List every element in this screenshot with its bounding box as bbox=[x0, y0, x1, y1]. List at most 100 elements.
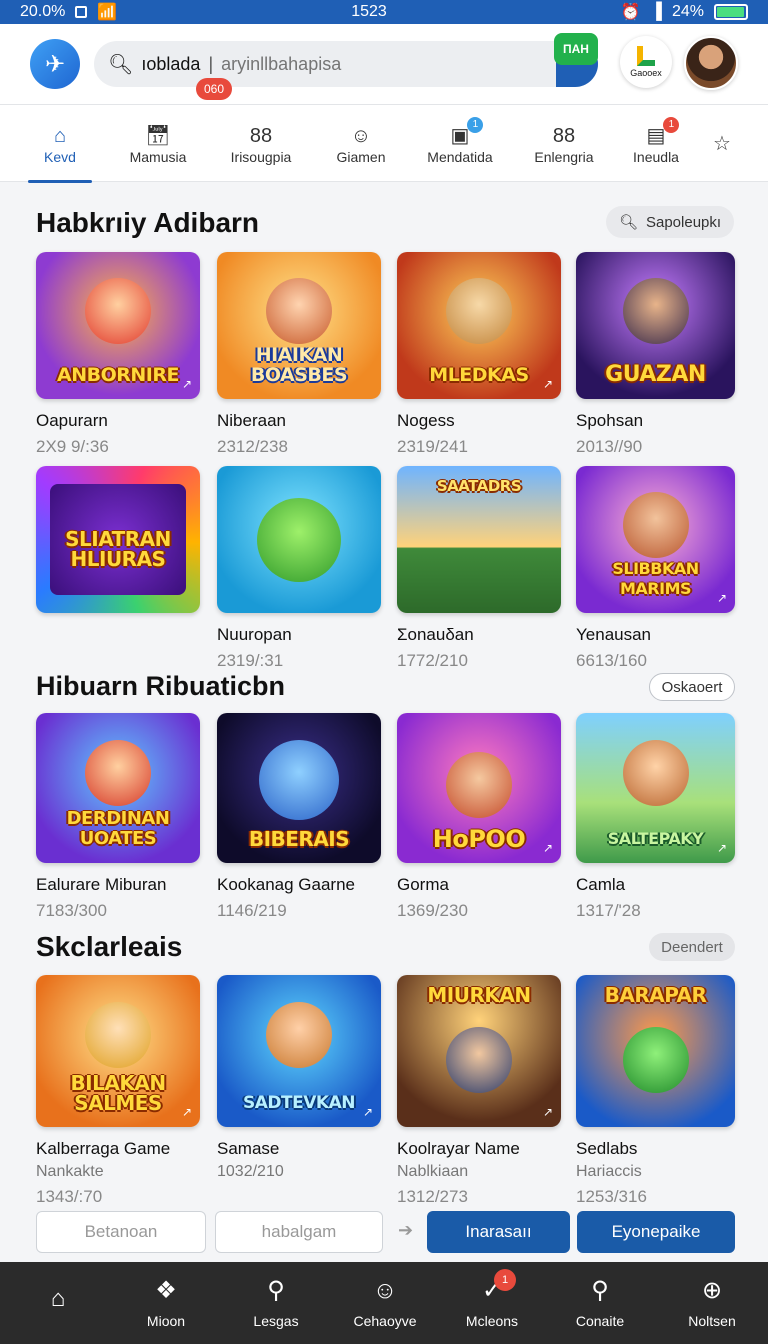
game-card[interactable]: MLEDKAS ↗ Nogess 2319/241 bbox=[397, 252, 561, 457]
game-thumbnail: HIAIKAN BOASBES bbox=[217, 252, 381, 399]
game-card[interactable]: MIURKAN ↗ Koolrayar Name Nablkiaan 1312/… bbox=[397, 975, 561, 1207]
game-logo-text: MLEDKAS bbox=[429, 364, 529, 386]
game-stats: 7183/300 bbox=[36, 901, 107, 920]
section-title: Hibuarn Ribuaticbn bbox=[36, 671, 285, 701]
game-card[interactable]: SLIBBKAN MARIMS ↗ Yenausan 6613/160 bbox=[576, 466, 735, 671]
wifi-icon: 📶 bbox=[97, 4, 118, 21]
nav-conaite[interactable]: ⚲ Conaite bbox=[552, 1262, 648, 1344]
section-action-button[interactable]: Deendert bbox=[649, 933, 735, 961]
game-thumbnail: ANBORNIRE ↗ bbox=[36, 252, 200, 399]
search-bar[interactable]: 🔍︎ ıoblada | ПАН bbox=[94, 33, 598, 87]
action-button-4[interactable]: Eyonepaike bbox=[577, 1211, 735, 1253]
tab-more[interactable]: ☆ bbox=[704, 105, 740, 183]
nav-label: Lesgas bbox=[253, 1313, 299, 1329]
game-subtitle: Nablkiaan bbox=[397, 1163, 469, 1180]
nav-home[interactable]: ⌂ bbox=[10, 1262, 106, 1344]
game-card[interactable]: BILAKAN SALMES ↗ Kalberraga Game Nankakt… bbox=[36, 975, 200, 1207]
game-card[interactable]: HIAIKAN BOASBES Niberaan 2312/238 bbox=[217, 252, 381, 457]
game-stats: 2Х9 9/:36 bbox=[36, 437, 109, 456]
battery-text: 24% bbox=[671, 3, 704, 20]
grid-icon: 88 bbox=[249, 125, 273, 147]
link-icon: ↗ bbox=[542, 1105, 553, 1119]
search-badge: 060 bbox=[196, 78, 233, 100]
game-logo-text: SAATADRS bbox=[436, 477, 522, 495]
action-button-3[interactable]: Inarasaıı bbox=[427, 1211, 570, 1253]
tab-kevd[interactable]: ⌂ Kevd bbox=[28, 105, 92, 183]
tab-ineudla[interactable]: ▤ 1 Ineudla bbox=[626, 105, 686, 183]
avatar[interactable] bbox=[684, 36, 738, 90]
game-card[interactable]: HoPOO ↗ Gorma 1369/230 bbox=[397, 713, 561, 921]
game-card[interactable]: DERDINAN UOATES Ealurare Miburan 7183/30… bbox=[36, 713, 200, 921]
game-card[interactable]: Nuuropan 2319/:31 bbox=[217, 466, 381, 671]
game-title: Camla bbox=[576, 875, 626, 894]
link-icon: ↗ bbox=[542, 377, 553, 391]
tab-mamusia[interactable]: 📅︎ Mamusia bbox=[122, 105, 194, 183]
tab-irisougpia[interactable]: 88 Irisougpia bbox=[222, 105, 300, 183]
game-stats: 6613/160 bbox=[576, 651, 647, 670]
game-stats: 1312/273 bbox=[397, 1187, 468, 1206]
search-input[interactable] bbox=[221, 53, 452, 75]
nav-lesgas[interactable]: ⚲ Lesgas bbox=[228, 1262, 324, 1344]
tab-label: Mendatida bbox=[427, 149, 493, 165]
game-thumbnail: SAATADRS bbox=[397, 466, 561, 613]
game-card[interactable]: BIBERAIS Kookanag Gaarne 1146/219 bbox=[217, 713, 381, 921]
link-icon: ↗ bbox=[181, 377, 192, 391]
app-logo-icon[interactable]: ✈ bbox=[30, 39, 80, 89]
game-logo-text: GUAZAN bbox=[605, 362, 706, 387]
game-stats: 1369/230 bbox=[397, 901, 468, 920]
tab-mendatida[interactable]: ▣ 1 Mendatida bbox=[422, 105, 498, 183]
brand-label: Gaooex bbox=[630, 68, 662, 78]
game-title: Koolrayar Name bbox=[397, 1139, 520, 1158]
action-button-2[interactable]: habalgam bbox=[215, 1211, 383, 1253]
game-logo-text: BIBERAIS bbox=[248, 827, 350, 851]
nav-noltsen[interactable]: ⊕ Noltsen bbox=[664, 1262, 760, 1344]
game-stats: 1317/'28 bbox=[576, 901, 641, 920]
game-logo-text: SALTEPAKY bbox=[607, 829, 704, 848]
game-thumbnail bbox=[217, 466, 381, 613]
game-card[interactable]: BARAPAR Sedlabs Hariaccis 1253/316 bbox=[576, 975, 735, 1207]
game-stats: 1146/219 bbox=[217, 901, 287, 920]
nav-label: Cehaoyve bbox=[353, 1313, 417, 1329]
action-button-1[interactable]: Betanoan bbox=[36, 1211, 206, 1253]
tab-label: Kevd bbox=[44, 149, 76, 165]
search-go-label: ПАН bbox=[554, 33, 598, 65]
game-card[interactable]: SLIATRAN HLIURAS bbox=[36, 466, 200, 625]
game-stats: 1772/210 bbox=[397, 651, 468, 670]
game-thumbnail: SADTEVKAN ↗ bbox=[217, 975, 381, 1127]
game-logo-text: ANBORNIRE bbox=[57, 364, 179, 386]
game-card[interactable]: ANBORNIRE ↗ Oapurarn 2Х9 9/:36 bbox=[36, 252, 200, 457]
game-card[interactable]: SALTEPAKY ↗ Camla 1317/'28 bbox=[576, 713, 735, 921]
game-thumbnail: GUAZAN bbox=[576, 252, 735, 399]
search-go-button[interactable]: ПАН bbox=[554, 33, 598, 87]
game-card[interactable]: SADTEVKAN ↗ Samase 1032/210 bbox=[217, 975, 381, 1187]
game-card[interactable]: GUAZAN Spohsan 2013//90 bbox=[576, 252, 735, 457]
nav-mioon[interactable]: ❖ Mioon bbox=[118, 1262, 214, 1344]
search-icon: ⚲ bbox=[267, 1277, 285, 1304]
game-thumbnail: SLIBBKAN MARIMS ↗ bbox=[576, 466, 735, 613]
game-logo-text: DERDINAN UOATES bbox=[66, 808, 170, 849]
game-logo-text: MIURKAN bbox=[427, 983, 531, 1007]
game-card[interactable]: SAATADRS Σonauδan 1772/210 bbox=[397, 466, 561, 671]
home-icon: ⌂ bbox=[50, 1285, 66, 1312]
game-subtitle: Hariaccis bbox=[576, 1163, 642, 1180]
search-query: ıoblada bbox=[141, 53, 201, 74]
game-logo-text: BARAPAR bbox=[604, 983, 707, 1007]
game-subtitle: Nankakte bbox=[36, 1163, 104, 1180]
nav-cehaoyve[interactable]: ☺ Cehaoyve bbox=[337, 1262, 433, 1344]
section-search-button[interactable]: 🔍︎ Sapoleupkı bbox=[606, 206, 734, 238]
game-thumbnail: MIURKAN ↗ bbox=[397, 975, 561, 1127]
tab-enlengria[interactable]: 88 Enlengria bbox=[530, 105, 598, 183]
game-title: Niberaan bbox=[217, 411, 286, 430]
tab-label: Mamusia bbox=[129, 149, 187, 165]
tab-giamen[interactable]: ☺ Giamen bbox=[330, 105, 392, 183]
game-logo-text: HIAIKAN BOASBES bbox=[250, 344, 348, 386]
link-icon: ↗ bbox=[542, 841, 553, 855]
game-stats: 2013//90 bbox=[576, 437, 643, 456]
section-action-button[interactable]: Oskaoert bbox=[649, 673, 735, 701]
brand-button[interactable]: Gaooex bbox=[620, 36, 672, 88]
game-stats: 1343/:70 bbox=[36, 1187, 103, 1206]
game-stats: 2319/241 bbox=[397, 437, 468, 456]
nav-mcleons[interactable]: ✓ 1 Mcleons bbox=[444, 1262, 540, 1344]
game-thumbnail: HoPOO ↗ bbox=[397, 713, 561, 863]
game-title: Nogess bbox=[397, 411, 455, 430]
